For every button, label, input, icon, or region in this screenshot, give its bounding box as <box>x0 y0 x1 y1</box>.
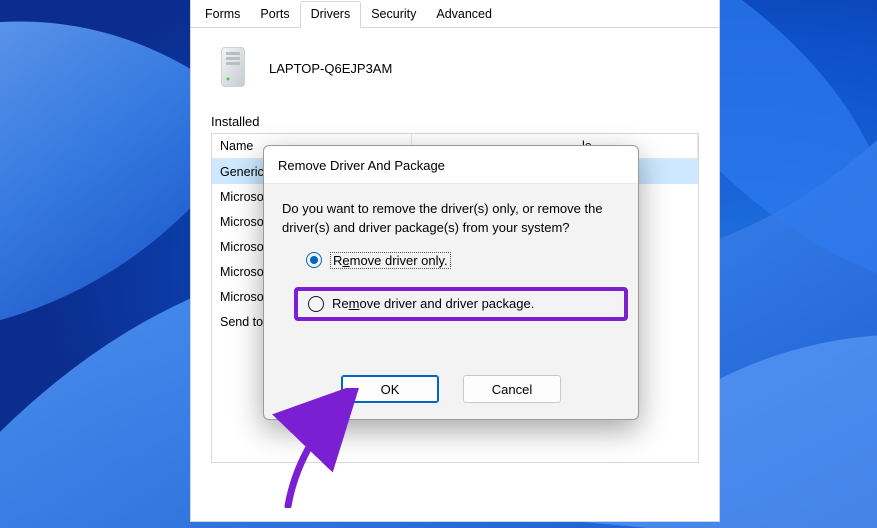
dialog-message: Do you want to remove the driver(s) only… <box>282 200 620 238</box>
radio-label: Remove driver and driver package. <box>332 296 534 311</box>
radio-remove-driver-only[interactable]: Remove driver only. <box>306 252 620 269</box>
tab-strip: Forms Ports Drivers Security Advanced <box>191 0 719 28</box>
remove-driver-dialog: Remove Driver And Package Do you want to… <box>263 145 639 420</box>
radio-label: Remove driver only. <box>330 252 451 269</box>
dialog-footer: OK Cancel <box>264 365 638 419</box>
tab-forms[interactable]: Forms <box>195 2 250 27</box>
server-header: LAPTOP-Q6EJP3AM <box>191 28 719 114</box>
installed-drivers-label: Installed <box>191 114 719 133</box>
radio-icon <box>306 252 322 268</box>
cancel-button[interactable]: Cancel <box>463 375 561 403</box>
radio-icon <box>308 296 324 312</box>
server-name-label: LAPTOP-Q6EJP3AM <box>269 61 392 76</box>
tab-advanced[interactable]: Advanced <box>426 2 502 27</box>
dialog-title: Remove Driver And Package <box>264 146 638 184</box>
annotation-highlight: Remove driver and driver package. <box>294 287 628 321</box>
tab-drivers[interactable]: Drivers <box>300 1 362 28</box>
ok-button[interactable]: OK <box>341 375 439 403</box>
radio-remove-driver-and-package[interactable]: Remove driver and driver package. <box>308 296 614 312</box>
tab-ports[interactable]: Ports <box>250 2 299 27</box>
server-tower-icon <box>215 46 255 90</box>
tab-security[interactable]: Security <box>361 2 426 27</box>
radio-group: Remove driver only. Remove driver and dr… <box>282 252 620 321</box>
